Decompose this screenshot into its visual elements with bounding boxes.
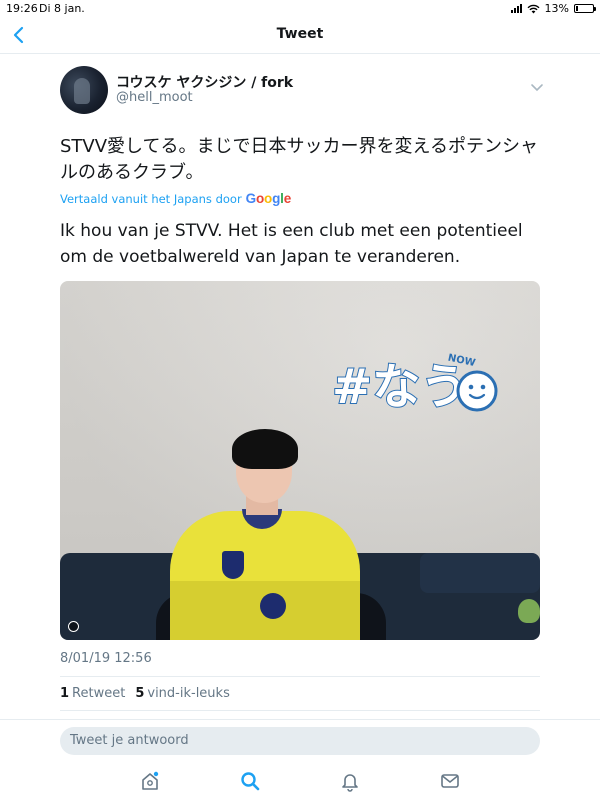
notifications-bell-icon <box>342 774 358 792</box>
home-icon <box>142 771 159 790</box>
tweet-options-button[interactable] <box>530 78 544 92</box>
search-icon <box>241 772 260 791</box>
cellular-signal-icon <box>510 4 522 13</box>
battery-percentage: 13% <box>544 2 569 15</box>
tab-bar <box>0 764 600 800</box>
hashtag-now-sticker: #なう NOW <box>331 353 498 415</box>
reply-divider <box>0 719 600 720</box>
tab-home[interactable] <box>139 770 161 792</box>
tab-search[interactable] <box>239 770 261 792</box>
tweet-text: STVV愛してる。まじで日本サッカー界を変えるポテンシャルのあるクラブ。 <box>60 136 538 183</box>
wifi-icon <box>527 4 540 13</box>
tweet-timestamp: 8/01/19 12:56 <box>60 651 152 666</box>
chevron-down-icon <box>531 84 543 92</box>
display-name[interactable]: コウスケ ヤクシジン / fork <box>116 72 293 92</box>
tweet-stats: 1 Retweet 5 vind-ik-leuks <box>60 686 230 701</box>
status-indicators: 13% <box>510 2 596 15</box>
likes-label: vind-ik-leuks <box>147 686 230 701</box>
messages-envelope-icon <box>441 774 459 788</box>
tweet-photo[interactable]: #なう NOW <box>60 281 540 640</box>
translated-text: Ik hou van je STVV. Het is een club met … <box>60 221 523 267</box>
page-title: Tweet <box>276 26 324 42</box>
tab-messages[interactable] <box>439 770 461 792</box>
reply-input[interactable]: Tweet je antwoord <box>60 727 540 755</box>
photo-tag-icon[interactable] <box>68 621 79 632</box>
retweets-label: Retweet <box>72 686 126 701</box>
status-bar: 19:26 Di 8 jan. 13% <box>0 0 600 16</box>
google-logo: Google <box>245 191 292 206</box>
status-time: 19:26 <box>6 2 38 15</box>
battery-icon <box>574 4 596 13</box>
retweets-stat[interactable]: 1 Retweet <box>60 686 125 701</box>
translation-attribution[interactable]: Vertaald vanuit het Japans door Google <box>60 191 291 206</box>
likes-count: 5 <box>135 686 145 701</box>
status-date: Di 8 jan. <box>39 2 85 15</box>
tab-notifications[interactable] <box>339 770 361 792</box>
avatar[interactable] <box>60 66 108 114</box>
likes-stat[interactable]: 5 vind-ik-leuks <box>135 686 230 701</box>
navigation-bar: Tweet <box>0 16 600 54</box>
translated-by-label: Vertaald vanuit het Japans door <box>60 191 242 206</box>
user-handle[interactable]: @hell_moot <box>116 90 193 105</box>
sticker-text: #なう <box>332 359 468 415</box>
retweets-count: 1 <box>60 686 70 701</box>
divider <box>60 710 540 711</box>
divider <box>60 676 540 677</box>
